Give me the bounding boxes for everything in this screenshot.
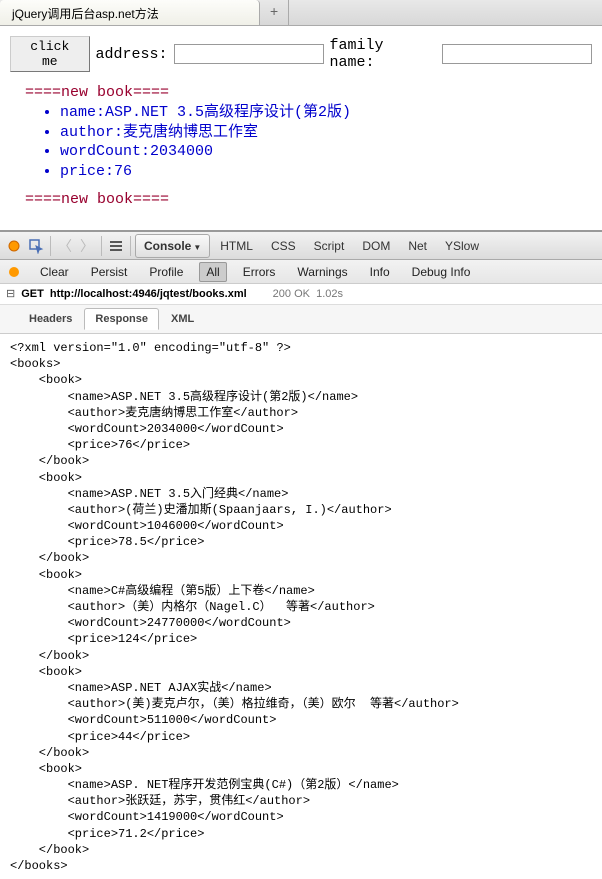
forward-icon[interactable]: 〉 bbox=[77, 236, 97, 256]
request-row[interactable]: ⊟ GET http://localhost:4946/jqtest/books… bbox=[0, 284, 602, 305]
tab-console[interactable]: Console▼ bbox=[135, 234, 210, 258]
address-label: address: bbox=[96, 46, 168, 63]
click-me-button[interactable]: click me bbox=[10, 36, 90, 72]
book-output: ====new book==== name:ASP.NET 3.5高级程序设计(… bbox=[10, 84, 592, 208]
browser-tab-bar: jQuery调用后台asp.net方法 + bbox=[0, 0, 602, 26]
back-icon[interactable]: 〈 bbox=[55, 236, 75, 256]
clear-button[interactable]: Clear bbox=[34, 263, 75, 281]
list-item: author:麦克唐纳博思工作室 bbox=[60, 123, 592, 143]
menu-icon[interactable] bbox=[106, 236, 126, 256]
list-item: name:ASP.NET 3.5高级程序设计(第2版) bbox=[60, 103, 592, 123]
list-item: wordCount:2034000 bbox=[60, 142, 592, 162]
request-status: 200 OK 1.02s bbox=[273, 288, 343, 300]
page-body: click me address: family name: ====new b… bbox=[0, 26, 602, 220]
resp-tab-response[interactable]: Response bbox=[84, 308, 159, 330]
filter-debug[interactable]: Debug Info bbox=[406, 263, 477, 281]
tab-dom[interactable]: DOM bbox=[354, 235, 398, 257]
chevron-down-icon: ▼ bbox=[193, 243, 201, 252]
section-header: ====new book==== bbox=[25, 84, 592, 101]
tab-css[interactable]: CSS bbox=[263, 235, 304, 257]
request-method: GET bbox=[21, 288, 44, 300]
filter-all[interactable]: All bbox=[199, 262, 226, 282]
response-tabs: Headers Response XML bbox=[0, 305, 602, 334]
section-footer: ====new book==== bbox=[25, 191, 592, 208]
tab-net[interactable]: Net bbox=[400, 235, 435, 257]
resp-tab-headers[interactable]: Headers bbox=[18, 308, 83, 330]
list-item: price:76 bbox=[60, 162, 592, 182]
family-name-label: family name: bbox=[330, 37, 436, 71]
filter-warnings[interactable]: Warnings bbox=[291, 263, 353, 281]
address-input[interactable] bbox=[174, 44, 324, 64]
inspect-icon[interactable] bbox=[26, 236, 46, 256]
family-name-input[interactable] bbox=[442, 44, 592, 64]
profile-button[interactable]: Profile bbox=[143, 263, 189, 281]
new-tab-button[interactable]: + bbox=[260, 0, 289, 25]
break-icon[interactable] bbox=[4, 262, 24, 282]
filter-errors[interactable]: Errors bbox=[237, 263, 282, 281]
persist-button[interactable]: Persist bbox=[85, 263, 134, 281]
browser-tab-active[interactable]: jQuery调用后台asp.net方法 bbox=[0, 0, 260, 25]
console-subtoolbar: Clear Persist Profile All Errors Warning… bbox=[0, 260, 602, 284]
collapse-icon[interactable]: ⊟ bbox=[6, 287, 15, 301]
tab-script[interactable]: Script bbox=[306, 235, 353, 257]
filter-info[interactable]: Info bbox=[364, 263, 396, 281]
tab-yslow[interactable]: YSlow bbox=[437, 235, 487, 257]
devtools-panel: 〈 〉 Console▼ HTML CSS Script DOM Net YSl… bbox=[0, 230, 602, 879]
resp-tab-xml[interactable]: XML bbox=[160, 308, 205, 330]
tab-html[interactable]: HTML bbox=[212, 235, 261, 257]
request-url: http://localhost:4946/jqtest/books.xml bbox=[50, 288, 247, 300]
firebug-icon[interactable] bbox=[4, 236, 24, 256]
response-body: <?xml version="1.0" encoding="utf-8" ?> … bbox=[0, 334, 602, 879]
devtools-toolbar: 〈 〉 Console▼ HTML CSS Script DOM Net YSl… bbox=[0, 232, 602, 260]
